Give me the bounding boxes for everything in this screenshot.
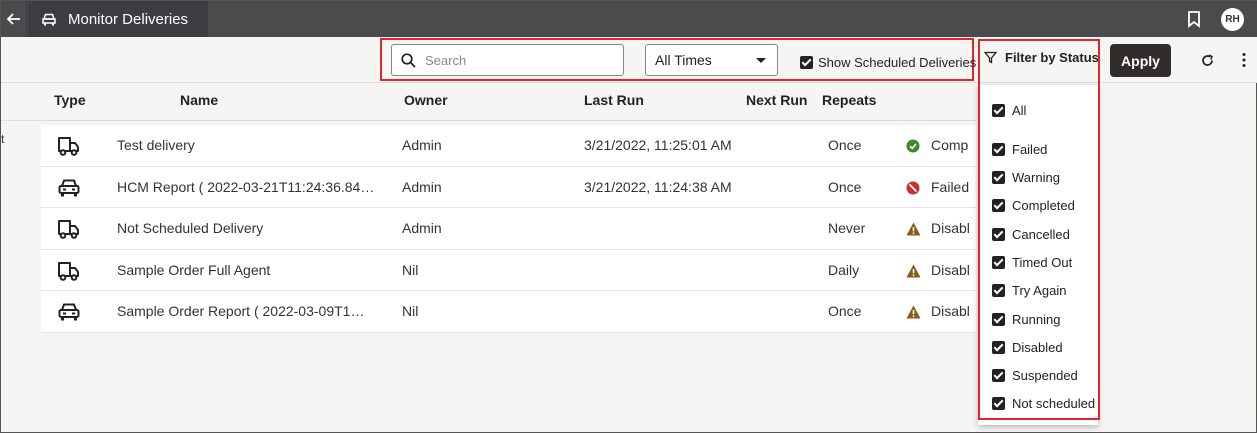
delivery-name[interactable]: Not Scheduled Delivery xyxy=(117,220,263,236)
car-icon xyxy=(42,13,56,25)
delivery-name[interactable]: Test delivery xyxy=(117,137,195,153)
refresh-icon[interactable] xyxy=(1200,53,1215,68)
back-button[interactable] xyxy=(1,1,27,37)
warning-icon xyxy=(906,264,921,278)
column-header-next-run[interactable]: Next Run xyxy=(746,92,807,108)
avatar[interactable]: RH xyxy=(1221,8,1244,31)
delivery-last-run: 3/21/2022, 11:24:38 AM xyxy=(584,178,732,195)
delivery-name[interactable]: HCM Report ( 2022-03-21T11:24:36.84… xyxy=(117,179,374,195)
top-bar: Monitor Deliveries RH xyxy=(1,1,1257,37)
delivery-owner: Nil xyxy=(402,303,419,319)
search-input[interactable] xyxy=(425,52,605,68)
time-filter-select[interactable]: All Times xyxy=(645,44,778,76)
delivery-name[interactable]: Sample Order Full Agent xyxy=(117,262,270,278)
show-scheduled-label: Show Scheduled Deliveries xyxy=(818,55,977,70)
delivery-repeats: Never xyxy=(828,220,866,236)
delivery-status: Failed xyxy=(931,178,970,195)
show-scheduled-deliveries-toggle[interactable]: Show Scheduled Deliveries xyxy=(800,55,976,70)
table-row[interactable]: Test delivery Admin 3/21/2022, 11:25:01 … xyxy=(41,125,976,167)
table-row[interactable]: HCM Report ( 2022-03-21T11:24:36.84… Adm… xyxy=(41,166,976,208)
search-icon xyxy=(401,52,416,68)
deliveries-table: Test delivery Admin 3/21/2022, 11:25:01 … xyxy=(41,125,976,333)
time-filter-value: All Times xyxy=(655,52,712,68)
car-icon xyxy=(57,177,81,199)
cut-off-text: t xyxy=(1,132,5,146)
bookmark-icon[interactable] xyxy=(1186,10,1202,28)
table-row[interactable]: Sample Order Report ( 2022-03-09T1… Nil … xyxy=(41,291,976,333)
show-scheduled-checkbox[interactable] xyxy=(800,56,813,69)
search-field[interactable] xyxy=(391,44,624,76)
delivery-owner: Nil xyxy=(402,261,419,278)
delivery-repeats: Once xyxy=(828,178,862,195)
warning-icon xyxy=(906,305,921,319)
delivery-owner: Admin xyxy=(402,220,442,236)
page-title-tab: Monitor Deliveries xyxy=(28,1,208,37)
delivery-repeats: Once xyxy=(828,137,862,153)
delivery-status: Comp xyxy=(931,137,969,153)
delivery-status: Disabl xyxy=(931,261,970,278)
car-icon xyxy=(57,301,81,323)
table-row[interactable]: Sample Order Full Agent Nil Daily Disabl xyxy=(41,249,976,291)
failed-icon xyxy=(906,181,920,195)
chevron-down-icon xyxy=(756,58,766,63)
success-check-icon xyxy=(906,139,920,153)
back-arrow-icon xyxy=(6,13,20,25)
column-header-last-run[interactable]: Last Run xyxy=(584,92,644,108)
table-row[interactable]: Not Scheduled Delivery Admin Never Disab… xyxy=(41,208,976,250)
delivery-repeats: Once xyxy=(828,303,862,319)
delivery-status: Disabl xyxy=(931,303,970,319)
column-header-type[interactable]: Type xyxy=(54,92,86,108)
status-filter-highlight xyxy=(978,39,1100,420)
truck-icon xyxy=(57,218,81,240)
column-header-name[interactable]: Name xyxy=(180,92,218,108)
delivery-status: Disabl xyxy=(931,220,970,236)
column-header-repeats[interactable]: Repeats xyxy=(822,92,876,108)
truck-icon xyxy=(57,260,81,282)
delivery-owner: Admin xyxy=(402,137,442,153)
delivery-name[interactable]: Sample Order Report ( 2022-03-09T1… xyxy=(117,303,364,319)
delivery-repeats: Daily xyxy=(828,261,860,278)
column-header-owner[interactable]: Owner xyxy=(404,92,448,108)
delivery-owner: Admin xyxy=(402,178,442,195)
more-options-icon[interactable] xyxy=(1241,52,1247,68)
warning-icon xyxy=(906,222,921,236)
apply-button[interactable]: Apply xyxy=(1110,44,1171,77)
table-header: Type Name Owner Last Run Next Run Repeat… xyxy=(1,83,976,121)
page-title: Monitor Deliveries xyxy=(68,10,189,28)
truck-icon xyxy=(57,135,81,157)
delivery-last-run: 3/21/2022, 11:25:01 AM xyxy=(584,137,732,153)
